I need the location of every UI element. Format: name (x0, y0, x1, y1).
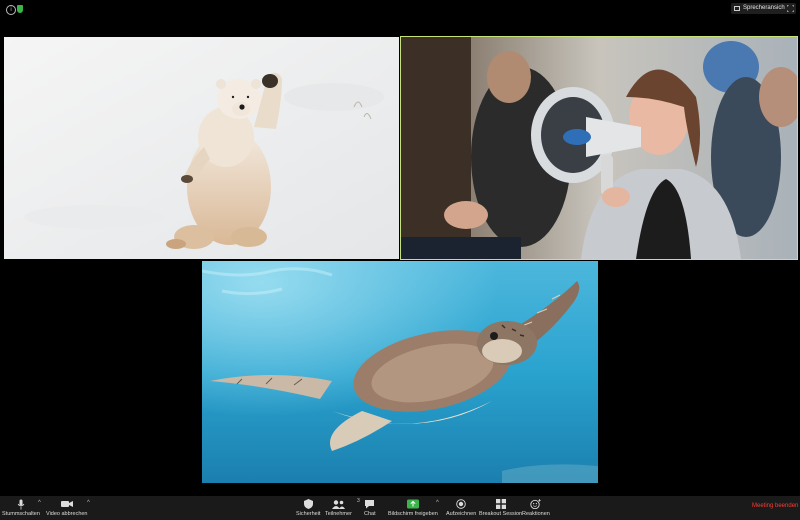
mute-button[interactable]: Stummschalten (2, 498, 40, 518)
polar-bear-video (4, 37, 399, 259)
reactions-label: Reaktionen (522, 511, 550, 517)
chat-label: Chat (364, 511, 376, 517)
shield-icon (303, 499, 313, 509)
chat-button[interactable]: Chat (364, 498, 376, 518)
speaker-view-label: Sprecheransicht (743, 5, 787, 11)
breakout-grid-icon (495, 499, 506, 509)
video-camera-icon (60, 501, 73, 507)
speaker-view-button[interactable]: Sprecheransicht (731, 3, 791, 14)
chevron-up-icon[interactable]: ^ (87, 500, 90, 506)
chat-bubble-icon (365, 500, 375, 509)
participants-button[interactable]: Teilnehmer (325, 498, 352, 518)
chevron-up-icon[interactable]: ^ (436, 500, 439, 506)
encryption-shield-icon[interactable] (17, 5, 23, 13)
breakout-label: Breakout Session (479, 511, 523, 517)
meeting-toolbar: Stummschalten ^ Video abbrechen ^ Sicher… (0, 496, 800, 520)
record-icon (456, 499, 466, 509)
share-screen-icon (406, 499, 419, 509)
participants-count: 3 (357, 498, 360, 504)
speaker-megaphone-video (401, 37, 797, 259)
share-screen-button[interactable]: Bildschirm freigeben (388, 498, 438, 518)
record-button[interactable]: Aufzeichnen (446, 498, 476, 518)
video-tile-active-speaker[interactable] (400, 36, 798, 260)
video-label: Video abbrechen (46, 511, 88, 517)
view-grid-icon (734, 6, 740, 11)
fullscreen-icon (787, 5, 794, 12)
info-icon[interactable]: i (6, 5, 16, 15)
end-meeting-button[interactable]: Meeting beenden (752, 503, 798, 509)
microphone-icon (17, 499, 25, 509)
chevron-up-icon[interactable]: ^ (38, 500, 41, 506)
mute-label: Stummschalten (2, 511, 40, 517)
stop-video-button[interactable]: Video abbrechen (46, 498, 88, 518)
participants-label: Teilnehmer (325, 511, 352, 517)
top-bar: i Sprecheransicht (0, 0, 800, 18)
record-label: Aufzeichnen (446, 511, 477, 517)
share-label: Bildschirm freigeben (388, 511, 438, 517)
reaction-emoji-icon (530, 499, 542, 509)
sea-turtle-video (202, 261, 598, 483)
fullscreen-button[interactable] (785, 3, 796, 14)
reactions-button[interactable]: Reaktionen (522, 498, 550, 518)
security-label: Sicherheit (296, 511, 321, 517)
participants-icon (331, 499, 345, 509)
video-tile-sea-turtle[interactable] (202, 261, 598, 483)
video-tile-polar-bear[interactable] (4, 37, 399, 259)
breakout-rooms-button[interactable]: Breakout Session (479, 498, 522, 518)
security-button[interactable]: Sicherheit (296, 498, 320, 518)
